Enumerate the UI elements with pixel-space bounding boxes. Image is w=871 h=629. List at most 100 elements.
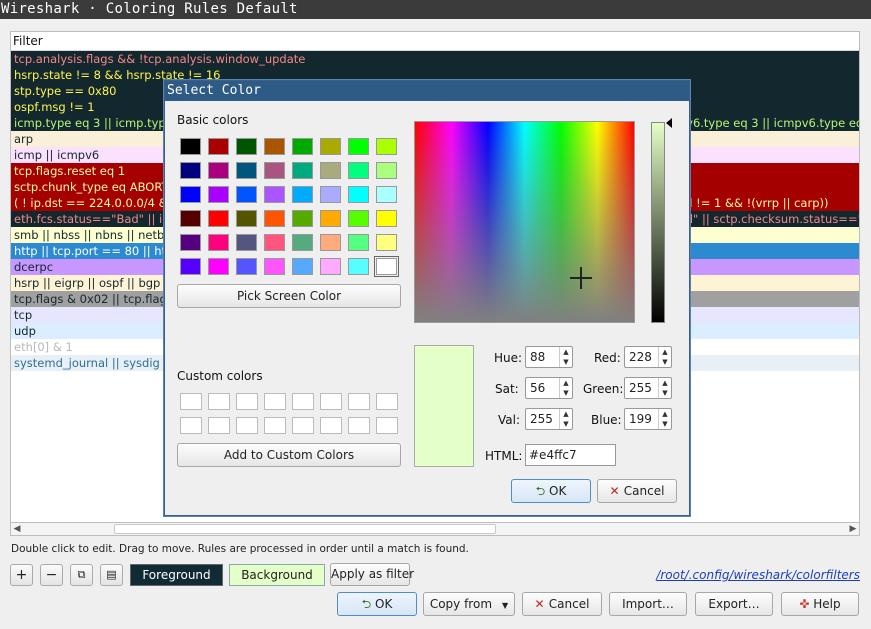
custom-color-swatch[interactable] [236, 417, 258, 434]
basic-color-swatch[interactable] [320, 138, 341, 155]
spin-arrows-icon[interactable]: ▲ ▼ [559, 347, 572, 367]
apply-as-filter-button[interactable]: Apply as filter [330, 563, 414, 586]
custom-color-swatch[interactable] [376, 393, 398, 410]
spin-arrows-icon[interactable]: ▲ ▼ [559, 409, 572, 429]
custom-color-swatch[interactable] [264, 417, 286, 434]
basic-color-swatch[interactable] [376, 138, 397, 155]
spin-arrows-icon[interactable]: ▲ ▼ [559, 378, 572, 398]
dialog-ok-button[interactable]: ⮌ OK [511, 479, 591, 503]
basic-color-swatch[interactable] [348, 234, 369, 251]
basic-color-swatch[interactable] [236, 138, 257, 155]
green-spinbox[interactable]: 255 ▲ ▼ [624, 377, 672, 399]
basic-color-swatch[interactable] [236, 234, 257, 251]
cancel-button[interactable]: ✕ Cancel [522, 592, 602, 616]
custom-color-swatch[interactable] [236, 393, 258, 410]
export-button[interactable]: Export… [695, 592, 773, 616]
custom-color-swatch[interactable] [320, 393, 342, 410]
blue-spinbox[interactable]: 199 ▲ ▼ [624, 408, 672, 430]
add-to-custom-colors-button[interactable]: Add to Custom Colors [177, 443, 401, 467]
custom-color-swatch[interactable] [180, 393, 202, 410]
basic-color-swatch[interactable] [180, 186, 201, 203]
basic-color-swatch[interactable] [348, 210, 369, 227]
spin-arrows-icon[interactable]: ▲ ▼ [658, 409, 671, 429]
basic-color-swatch[interactable] [264, 234, 285, 251]
basic-color-swatch[interactable] [208, 210, 229, 227]
pick-screen-color-button[interactable]: Pick Screen Color [177, 284, 401, 308]
ok-button[interactable]: ⮌ OK [337, 592, 417, 616]
basic-color-swatch[interactable] [376, 186, 397, 203]
copy-from-button[interactable]: Copy from ▼ [423, 592, 515, 616]
basic-color-swatch[interactable] [180, 210, 201, 227]
basic-color-swatch[interactable] [264, 210, 285, 227]
dialog-cancel-button[interactable]: ✕ Cancel [597, 479, 677, 503]
custom-color-swatch[interactable] [208, 393, 230, 410]
background-button[interactable]: Background [229, 564, 325, 586]
luminance-slider[interactable] [651, 122, 665, 323]
basic-color-swatch[interactable] [292, 138, 313, 155]
basic-color-swatch[interactable] [180, 162, 201, 179]
custom-color-swatch[interactable] [348, 417, 370, 434]
color-spectrum[interactable] [414, 121, 635, 323]
spin-arrows-icon[interactable]: ▲ ▼ [658, 378, 671, 398]
config-path-link[interactable]: /root/.config/wireshark/colorfilters [656, 568, 860, 582]
clear-rules-button[interactable]: ▤ [100, 564, 123, 586]
luminance-arrow-icon[interactable] [666, 118, 672, 128]
custom-color-swatch[interactable] [292, 393, 314, 410]
basic-color-swatch[interactable] [292, 210, 313, 227]
custom-color-swatch[interactable] [320, 417, 342, 434]
sat-spinbox[interactable]: 56 ▲ ▼ [525, 377, 573, 399]
scroll-left-icon[interactable]: ◀ [11, 523, 23, 535]
custom-color-swatch[interactable] [264, 393, 286, 410]
basic-color-swatch[interactable] [348, 138, 369, 155]
hue-spinbox[interactable]: 88 ▲ ▼ [525, 346, 573, 368]
basic-color-swatch[interactable] [292, 186, 313, 203]
rule-row[interactable]: tcp.analysis.flags && !tcp.analysis.wind… [11, 51, 859, 67]
basic-color-swatch[interactable] [348, 258, 369, 275]
basic-color-swatch[interactable] [180, 234, 201, 251]
scroll-thumb[interactable] [114, 524, 496, 534]
custom-color-swatch[interactable] [208, 417, 230, 434]
custom-color-swatch[interactable] [348, 393, 370, 410]
filter-column-header[interactable]: Filter [11, 32, 859, 51]
basic-color-swatch[interactable] [264, 258, 285, 275]
basic-color-swatch[interactable] [264, 162, 285, 179]
import-button[interactable]: Import… [609, 592, 687, 616]
spin-arrows-icon[interactable]: ▲ ▼ [658, 347, 671, 367]
basic-color-swatch[interactable] [374, 256, 399, 277]
custom-color-swatch[interactable] [292, 417, 314, 434]
basic-color-swatch[interactable] [236, 258, 257, 275]
basic-color-swatch[interactable] [180, 258, 201, 275]
basic-color-swatch[interactable] [208, 234, 229, 251]
basic-color-swatch[interactable] [236, 162, 257, 179]
basic-color-swatch[interactable] [376, 234, 397, 251]
basic-color-swatch[interactable] [264, 186, 285, 203]
basic-color-swatch[interactable] [348, 186, 369, 203]
basic-color-swatch[interactable] [264, 138, 285, 155]
basic-color-swatch[interactable] [236, 210, 257, 227]
basic-color-swatch[interactable] [292, 234, 313, 251]
copy-rule-button[interactable]: ⧉ [70, 564, 93, 586]
help-button[interactable]: ✜ Help [781, 592, 859, 616]
val-spinbox[interactable]: 255 ▲ ▼ [525, 408, 573, 430]
remove-rule-button[interactable]: − [40, 564, 63, 586]
basic-color-swatch[interactable] [208, 258, 229, 275]
html-input[interactable]: #e4ffc7 [525, 444, 616, 466]
basic-color-swatch[interactable] [348, 162, 369, 179]
horizontal-scrollbar[interactable]: ◀ ▶ [10, 522, 860, 536]
basic-color-swatch[interactable] [320, 234, 341, 251]
basic-color-swatch[interactable] [320, 162, 341, 179]
basic-color-swatch[interactable] [236, 186, 257, 203]
red-spinbox[interactable]: 228 ▲ ▼ [624, 346, 672, 368]
custom-color-swatch[interactable] [376, 417, 398, 434]
add-rule-button[interactable]: + [10, 564, 33, 586]
basic-color-swatch[interactable] [376, 210, 397, 227]
basic-color-swatch[interactable] [292, 258, 313, 275]
basic-color-swatch[interactable] [292, 162, 313, 179]
basic-color-swatch[interactable] [376, 162, 397, 179]
basic-color-swatch[interactable] [320, 210, 341, 227]
basic-color-swatch[interactable] [320, 186, 341, 203]
basic-color-swatch[interactable] [208, 138, 229, 155]
basic-color-swatch[interactable] [208, 186, 229, 203]
basic-color-swatch[interactable] [320, 258, 341, 275]
basic-color-swatch[interactable] [208, 162, 229, 179]
